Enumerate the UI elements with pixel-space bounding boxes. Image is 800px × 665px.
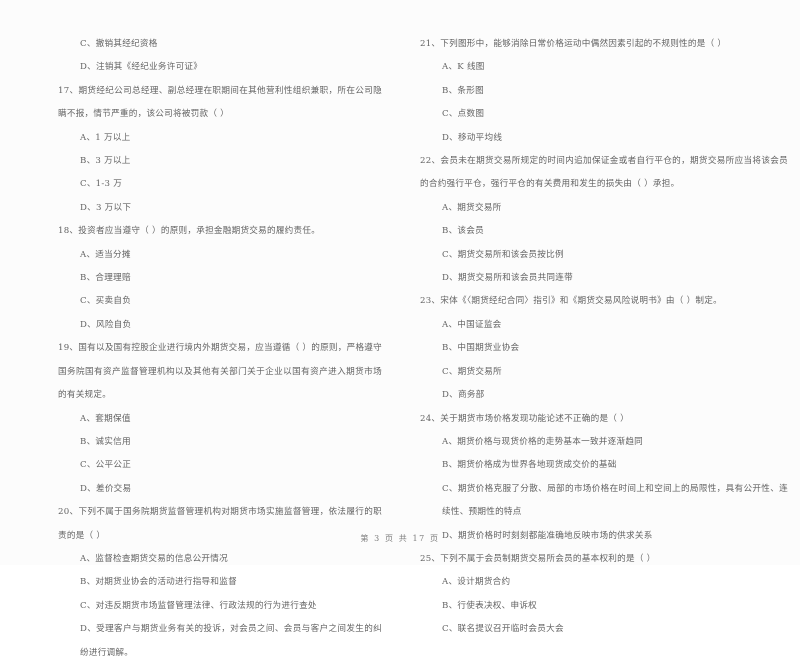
question-block: 20、下列不属于国务院期货监督管理机构对期货市场实施监督管理，依法履行的职责的是… <box>58 501 382 665</box>
option-item: D、受理客户与期货业务有关的投诉，对会员之间、会员与客户之间发生的纠纷进行调解。 <box>80 624 382 658</box>
option-item: C、联名提议召开临时会员大会 <box>442 624 564 635</box>
option-item: A、期货价格与现货价格的走势基本一致并逐渐趋同 <box>442 436 644 447</box>
question-stem: 22、会员未在期货交易所规定的时间内追加保证金或者自行平仓的，期货交易所应当将该… <box>420 156 788 190</box>
option-item: B、条形图 <box>442 85 484 96</box>
option-item: A、适当分摊 <box>80 249 131 260</box>
question-stem: 17、期货经纪公司总经理、副总经理在职期间在其他营利性组织兼职，所在公司隐瞒不报… <box>58 85 382 120</box>
question-stem: 23、宋体《〈期货经纪合同〉指引》和《期货交易风险说明书》由（ ）制定。 <box>420 296 722 307</box>
option-item: A、K 线图 <box>442 62 485 73</box>
option-item: A、设计期货合约 <box>442 577 511 588</box>
option-item: B、合理理赔 <box>80 273 131 284</box>
option-item: B、该会员 <box>442 226 484 237</box>
question-stem: 25、下列不属于会员制期货交易所会员的基本权利的是（ ） <box>420 553 656 564</box>
option-item: B、对期货业协会的活动进行指导和监督 <box>80 577 237 588</box>
two-column-body: C、撤销其经纪资格 D、注销其《经纪业务许可证》 17、期货经纪公司总经理、副总… <box>0 33 800 665</box>
question-stem: 18、投资者应当遵守（ ）的原则，承担金融期货交易的履约责任。 <box>58 226 321 237</box>
option-item: D、3 万以下 <box>80 202 132 213</box>
option-item: B、3 万以上 <box>80 156 131 167</box>
option-item: B、期货价格成为世界各地现货成交价的基础 <box>442 460 617 471</box>
option-item: D、风险自负 <box>80 319 132 330</box>
document-page: C、撤销其经纪资格 D、注销其《经纪业务许可证》 17、期货经纪公司总经理、副总… <box>0 0 800 658</box>
question-stem: 21、下列图形中，能够消除日常价格运动中偶然因素引起的不规则性的是（ ） <box>420 39 727 49</box>
option-item: C、撤销其经纪资格 <box>80 39 158 49</box>
option-item: D、差价交易 <box>80 483 132 494</box>
question-block: 24、关于期货市场价格发现功能论述不正确的是（ ） A、期货价格与现货价格的走势… <box>420 408 788 548</box>
option-item: C、对违反期货市场监督管理法律、行政法规的行为进行查处 <box>80 600 317 611</box>
option-item: B、中国期货业协会 <box>442 343 520 354</box>
option-item: C、买卖自负 <box>80 296 132 307</box>
page-footer: 第 3 页 共 17 页 <box>360 534 440 543</box>
question-block: 22、会员未在期货交易所规定的时间内追加保证金或者自行平仓的，期货交易所应当将该… <box>420 150 788 290</box>
option-item: C、点数图 <box>442 109 485 120</box>
option-item: A、监督检查期货交易的信息公开情况 <box>80 553 228 564</box>
question-block: 25、下列不属于会员制期货交易所会员的基本权利的是（ ） A、设计期货合约 B、… <box>420 548 788 642</box>
option-item: A、期货交易所 <box>442 202 502 213</box>
question-stem: 24、关于期货市场价格发现功能论述不正确的是（ ） <box>420 413 629 424</box>
question-block: 19、国有以及国有控股企业进行境内外期货交易，应当遵循（ ）的原则，严格遵守国务… <box>58 337 382 501</box>
option-item: C、1-3 万 <box>80 179 123 190</box>
left-column: C、撤销其经纪资格 D、注销其《经纪业务许可证》 17、期货经纪公司总经理、副总… <box>0 33 400 665</box>
option-item: A、中国证监会 <box>442 319 502 330</box>
option-item: C、公平公正 <box>80 460 132 471</box>
option-item: C、期货交易所 <box>442 366 502 377</box>
option-item: D、注销其《经纪业务许可证》 <box>80 62 203 73</box>
option-item: A、1 万以上 <box>80 132 131 143</box>
option-item: B、诚实信用 <box>80 436 131 447</box>
question-block: 21、下列图形中，能够消除日常价格运动中偶然因素引起的不规则性的是（ ） A、K… <box>420 33 788 150</box>
option-item: B、行使表决权、申诉权 <box>442 600 538 611</box>
question-block: 17、期货经纪公司总经理、副总经理在职期间在其他营利性组织兼职，所在公司隐瞒不报… <box>58 80 382 220</box>
question-stem: 19、国有以及国有控股企业进行境内外期货交易，应当遵循（ ）的原则，严格遵守国务… <box>58 343 382 401</box>
question-block: 23、宋体《〈期货经纪合同〉指引》和《期货交易风险说明书》由（ ）制定。 A、中… <box>420 290 788 407</box>
option-item: D、移动平均线 <box>442 132 503 143</box>
option-item: C、期货交易所和该会员按比例 <box>442 249 564 260</box>
question-block: 18、投资者应当遵守（ ）的原则，承担金融期货交易的履约责任。 A、适当分摊 B… <box>58 220 382 337</box>
option-item: A、套期保值 <box>80 413 131 424</box>
option-item: C、期货价格克服了分散、局部的市场价格在时间上和空间上的局限性，具有公开性、连续… <box>442 483 788 518</box>
right-column: 21、下列图形中，能够消除日常价格运动中偶然因素引起的不规则性的是（ ） A、K… <box>400 33 800 642</box>
option-item: D、期货交易所和该会员共同连带 <box>442 273 573 284</box>
option-item: D、商务部 <box>442 390 485 401</box>
